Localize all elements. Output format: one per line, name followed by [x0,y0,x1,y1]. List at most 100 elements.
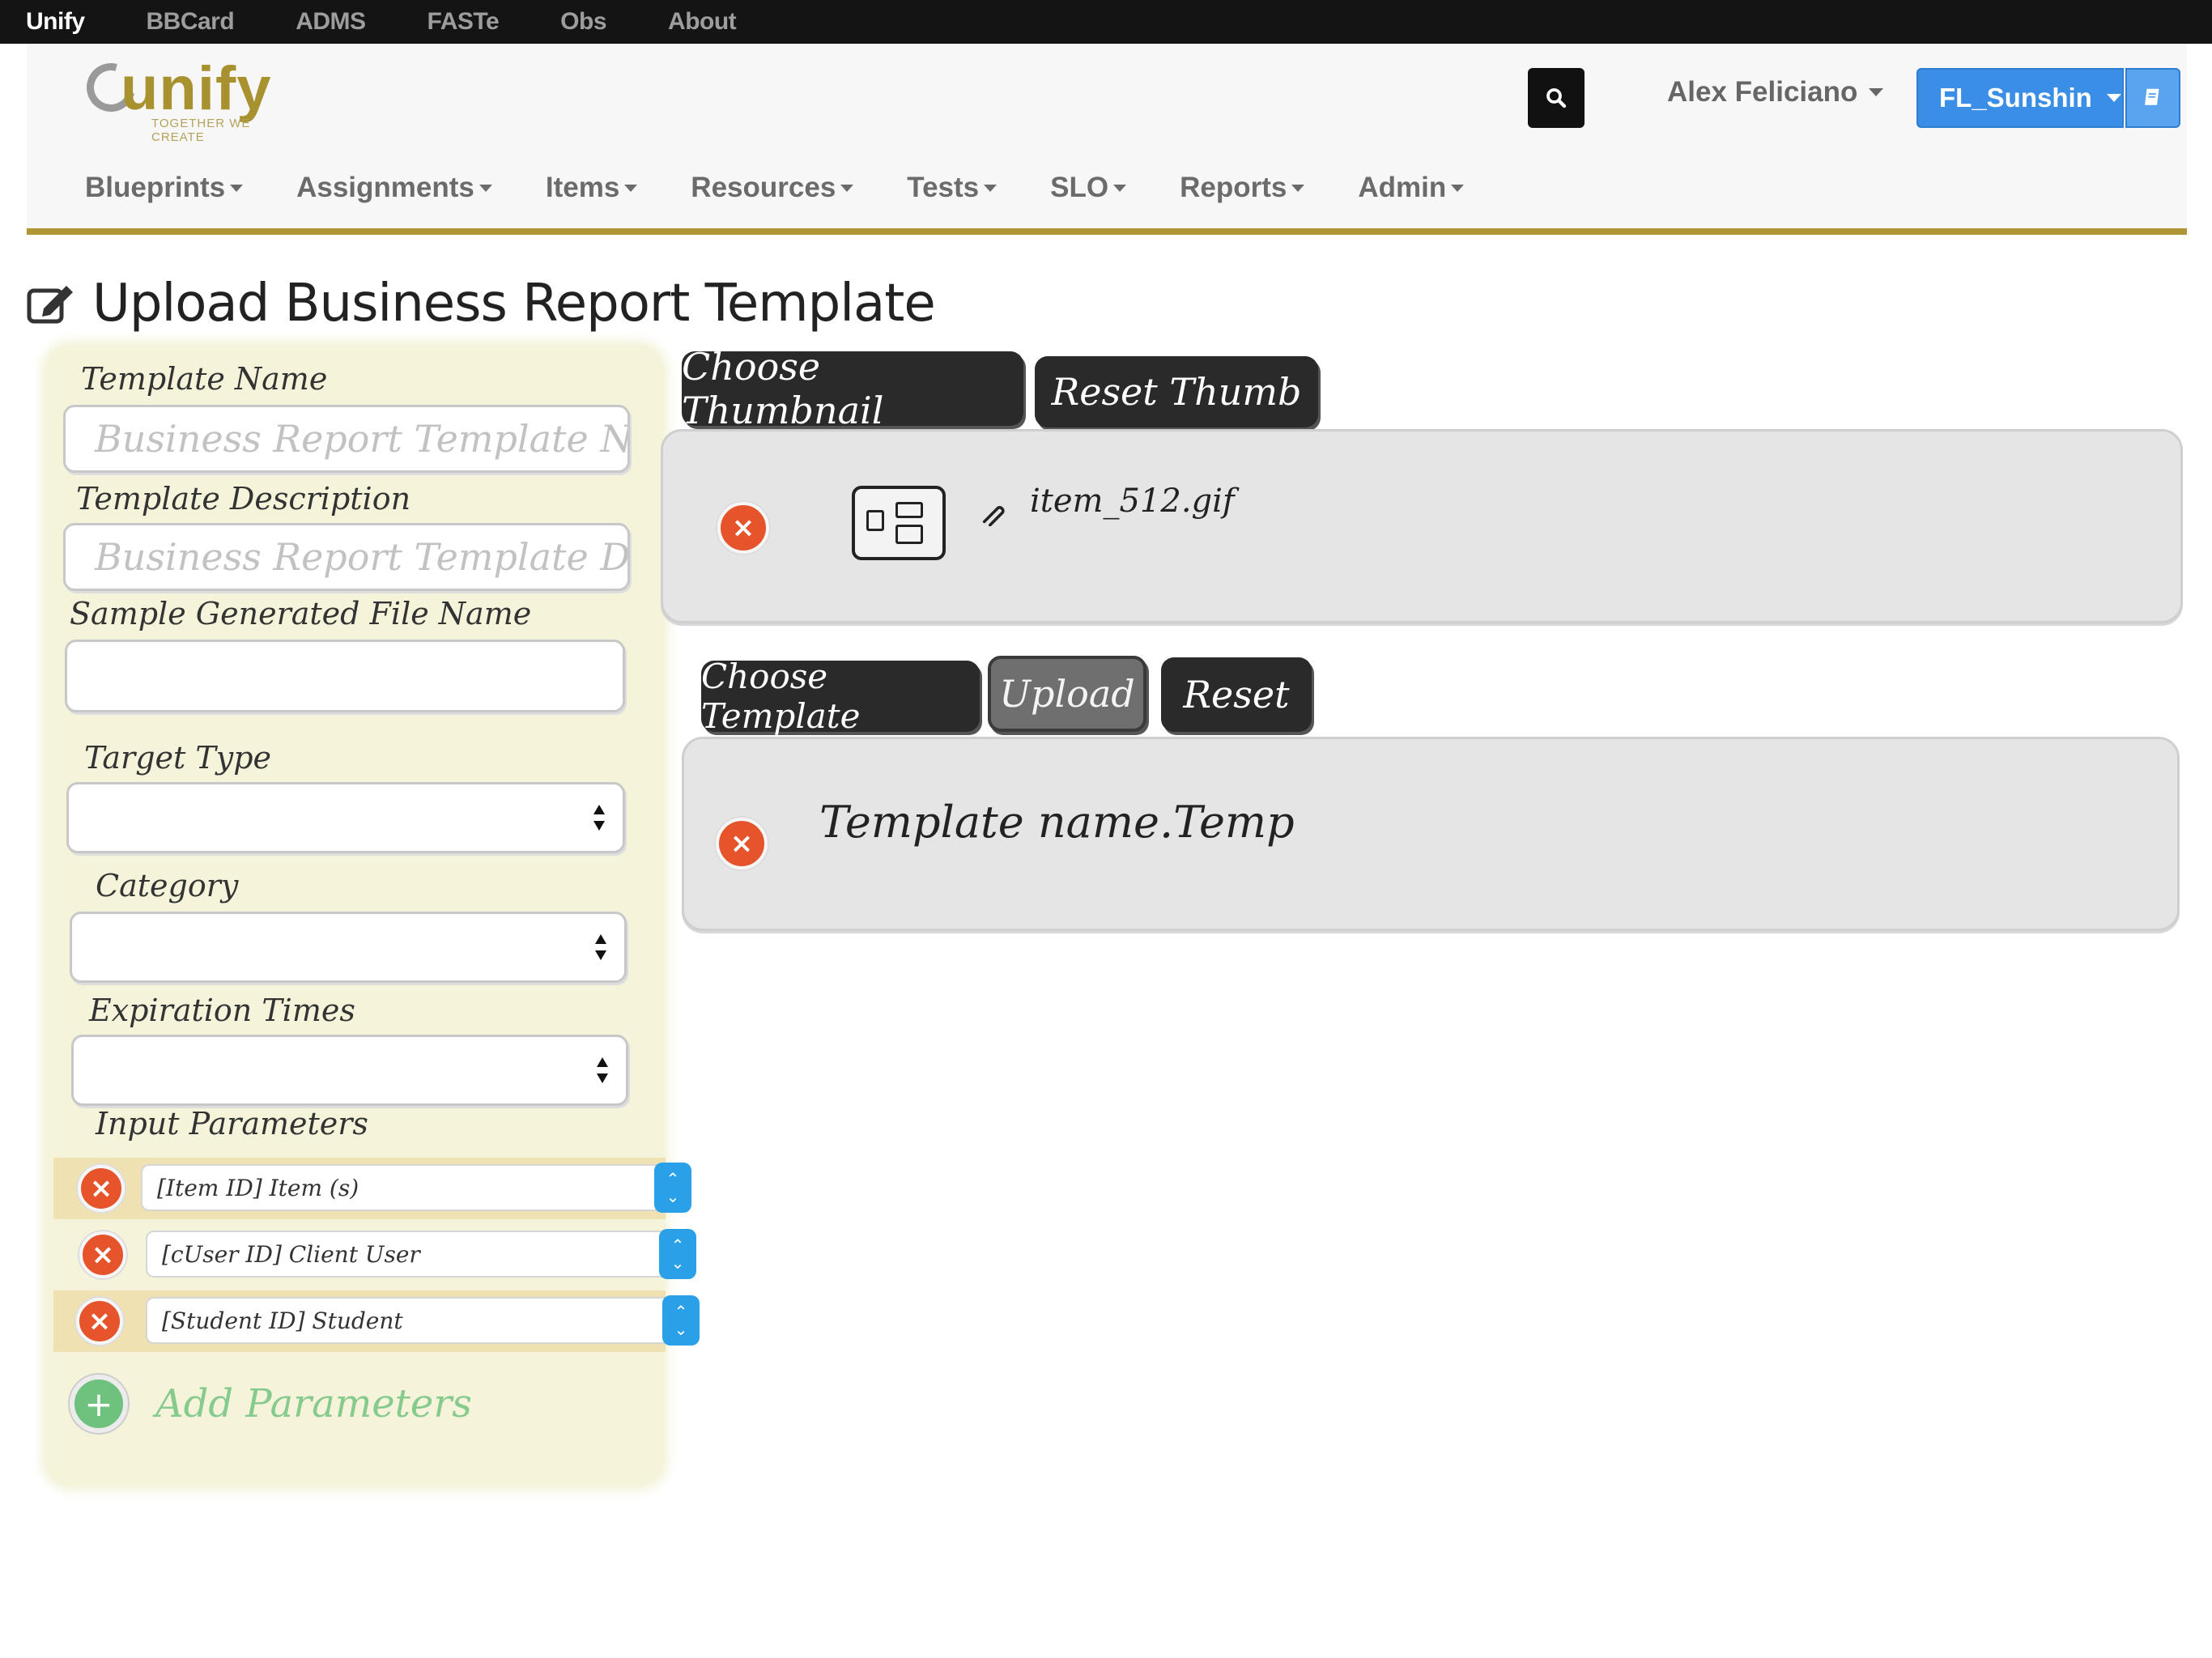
expiration-times-label: Expiration Times [89,993,355,1028]
parameter-select[interactable]: [Item ID] Item (s) ⌃ ⌄ [141,1163,691,1213]
choose-thumbnail-label: Choose Thumbnail [682,345,884,432]
spinner-arrows-icon[interactable]: ⌃ ⌄ [659,1229,696,1279]
nav-label: SLO [1050,172,1109,203]
choose-template-button[interactable]: Choose Template [701,657,980,736]
select-arrows-icon [595,934,606,960]
nav-items[interactable]: Items [545,172,638,204]
topbar-link-unify[interactable]: Unify [26,8,85,36]
nav-admin[interactable]: Admin [1358,172,1465,204]
chevron-down-icon [624,184,638,192]
nav-slo[interactable]: SLO [1050,172,1127,204]
topbar-link-obs[interactable]: Obs [560,8,606,36]
parameter-select[interactable]: [cUser ID] Client User ⌃ ⌄ [146,1229,696,1279]
nav-tests[interactable]: Tests [907,172,998,204]
book-button[interactable] [2125,68,2180,128]
close-icon: × [731,512,755,544]
template-file-name: Template name.Temp [819,797,1295,848]
nav-blueprints[interactable]: Blueprints [85,172,244,204]
edit-icon [27,286,73,324]
user-name: Alex Feliciano [1667,76,1858,108]
nav-label: Blueprints [85,172,226,203]
chevron-down-icon [1291,184,1305,192]
close-icon: × [87,1305,112,1337]
unify-logo[interactable]: unify TOGETHER WE CREATE [78,53,297,144]
target-type-label: Target Type [84,740,272,776]
parameter-select[interactable]: [Student ID] Student ⌃ ⌄ [146,1295,700,1346]
expiration-times-select[interactable] [71,1035,628,1106]
reset-template-button[interactable]: Reset [1161,657,1312,732]
spinner-arrows-icon[interactable]: ⌃ ⌄ [662,1295,700,1346]
remove-parameter-button[interactable]: × [76,1298,123,1345]
plus-icon: + [70,1375,128,1433]
close-icon: × [91,1239,115,1271]
topbar-link-faste[interactable]: FASTe [428,8,500,36]
remove-template-button[interactable]: × [716,818,768,869]
chevron-down-icon [230,184,244,192]
parameter-value: [cUser ID] Client User [162,1240,420,1268]
parameter-row: × [cUser ID] Client User ⌃ ⌄ [53,1224,696,1286]
chevron-down-icon [1113,184,1127,192]
parameter-value: [Student ID] Student [162,1307,403,1334]
template-description-input[interactable]: Business Report Template Descrip [63,523,630,591]
site-header: unify TOGETHER WE CREATE Alex Feliciano … [27,44,2187,235]
category-select[interactable] [70,912,627,983]
page-title: Upload Business Report Template [26,274,936,334]
select-arrows-icon [593,805,605,831]
select-arrows-icon [597,1057,608,1083]
district-label: FL_Sunshin [1939,83,2092,113]
book-icon [2145,88,2159,105]
template-name-label: Template Name [81,361,328,397]
upload-label: Upload [999,672,1135,716]
template-description-placeholder: Business Report Template Descrip [95,535,630,579]
add-parameters-button[interactable]: + Add Parameters [70,1375,472,1433]
sample-file-name-label: Sample Generated File Name [70,596,532,631]
logo-wordmark: unify [121,54,272,123]
main-nav: Blueprints Assignments Items Resources T… [85,172,1517,204]
template-name-input[interactable]: Business Report Template Name [63,405,630,473]
choose-template-label: Choose Template [701,657,861,736]
chevron-down-icon [479,184,492,192]
template-description-label: Template Description [76,481,411,517]
nav-label: Reports [1180,172,1287,203]
close-icon: × [730,827,754,860]
search-button[interactable] [1528,68,1585,128]
reset-template-label: Reset [1183,673,1290,716]
spinner-arrows-icon[interactable]: ⌃ ⌄ [654,1163,691,1213]
remove-thumbnail-button[interactable]: × [717,502,769,554]
user-menu[interactable]: Alex Feliciano [1667,76,1884,108]
search-icon [1546,88,1567,108]
nav-assignments[interactable]: Assignments [296,172,492,204]
target-type-select[interactable] [66,782,625,853]
reset-thumb-button[interactable]: Reset Thumb [1035,356,1318,427]
nav-label: Resources [691,172,836,203]
template-name-placeholder: Business Report Template Name [95,417,630,461]
nav-resources[interactable]: Resources [691,172,854,204]
nav-reports[interactable]: Reports [1180,172,1305,204]
parameter-value: [Item ID] Item (s) [157,1174,359,1201]
nav-label: Assignments [296,172,474,203]
upload-button[interactable]: Upload [988,656,1146,732]
topbar-link-bbcard[interactable]: BBCard [147,8,235,36]
topbar-link-adms[interactable]: ADMS [296,8,366,36]
topbar-link-about[interactable]: About [668,8,737,36]
nav-label: Admin [1358,172,1447,203]
remove-parameter-button[interactable]: × [78,1165,125,1212]
image-thumbnail-icon [852,486,946,560]
chevron-down-icon [2106,94,2121,102]
district-dropdown-button[interactable]: FL_Sunshin [1916,68,2124,128]
sample-file-name-input[interactable] [65,640,625,712]
chevron-down-icon [1869,88,1884,96]
remove-parameter-button[interactable]: × [79,1231,126,1278]
nav-label: Items [545,172,620,203]
thumbnail-file-name: item_512.gif [1030,483,1235,520]
reset-thumb-label: Reset Thumb [1051,370,1302,414]
parameter-row: × [Student ID] Student ⌃ ⌄ [53,1290,700,1352]
logo-tagline: TOGETHER WE CREATE [151,117,251,144]
choose-thumbnail-button[interactable]: Choose Thumbnail [682,345,1023,432]
paperclip-icon [982,506,1005,526]
chevron-down-icon [840,184,854,192]
nav-label: Tests [907,172,980,203]
parameter-row: × [Item ID] Item (s) ⌃ ⌄ [53,1158,691,1219]
add-parameters-label: Add Parameters [155,1381,472,1426]
chevron-down-icon [1451,184,1465,192]
